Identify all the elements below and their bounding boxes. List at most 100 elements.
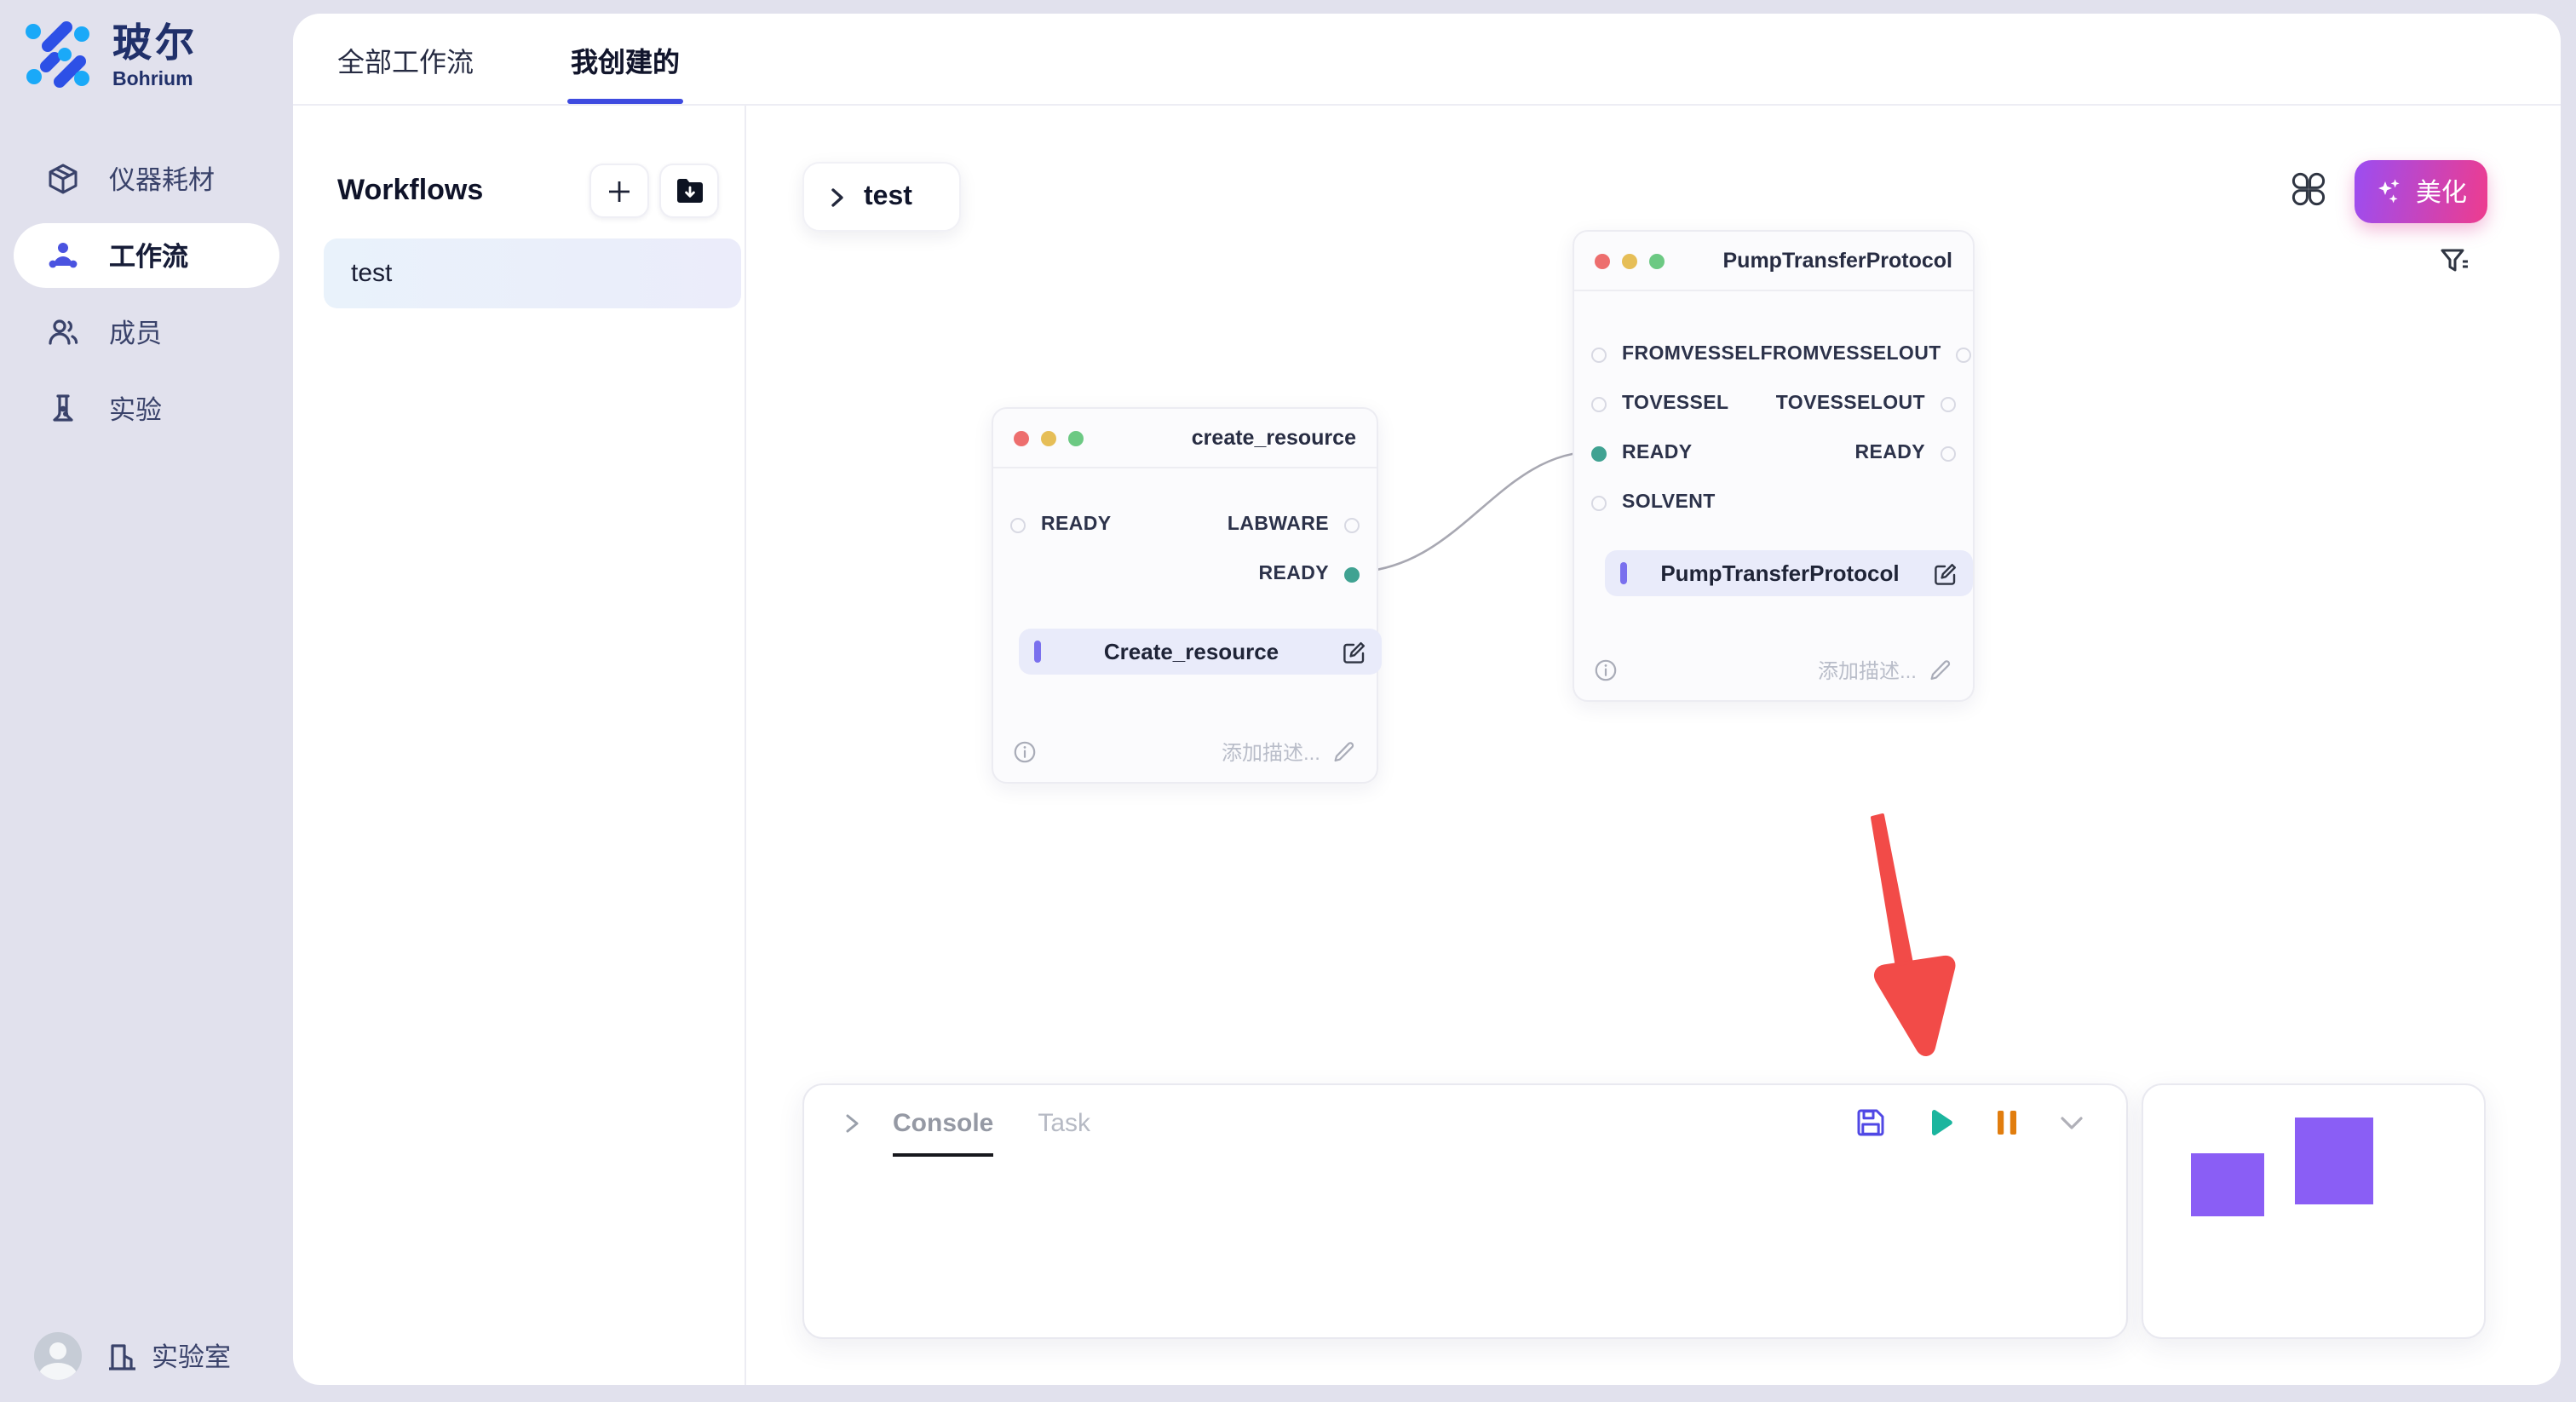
port-circle-connected[interactable] — [1591, 445, 1607, 461]
chevron-right-icon — [826, 187, 847, 207]
traffic-green-dot — [1068, 430, 1084, 445]
import-workflow-button[interactable] — [659, 164, 719, 218]
tab-all-workflows[interactable]: 全部工作流 — [337, 14, 474, 104]
add-description[interactable]: 添加描述... — [1222, 738, 1354, 767]
console-panel: Console Task — [802, 1083, 2128, 1339]
port-tovesselout-out[interactable]: TOVESSELOUT — [1776, 394, 1956, 414]
port-circle-connected[interactable] — [1344, 566, 1360, 582]
port-circle[interactable] — [1957, 347, 1972, 362]
edit-square-icon[interactable] — [1934, 561, 1958, 585]
chevron-down-icon — [2058, 1109, 2085, 1136]
app-window: 玻尔 Bohrium 仪器耗材 — [0, 0, 2576, 1402]
pause-icon — [1995, 1109, 2019, 1136]
console-expand-button[interactable] — [840, 1112, 862, 1134]
workflow-list-item-test[interactable]: test — [324, 238, 741, 308]
workflow-canvas[interactable]: test 美化 — [746, 106, 2561, 1385]
port-ready-out[interactable]: READY — [1854, 443, 1956, 463]
sidebar-item-workflow[interactable]: 工作流 — [14, 223, 279, 288]
filter-button[interactable] — [2438, 245, 2472, 279]
port-ready-in[interactable]: READY — [1591, 443, 1693, 463]
traffic-red-dot — [1014, 430, 1029, 445]
port-circle[interactable] — [1941, 396, 1956, 411]
traffic-red-dot — [1595, 253, 1610, 268]
plus-icon — [607, 178, 632, 204]
filter-funnel-icon — [2438, 245, 2472, 279]
traffic-green-dot — [1649, 253, 1665, 268]
node-title: create_resource — [1192, 426, 1356, 450]
avatar[interactable] — [34, 1332, 82, 1380]
info-icon[interactable] — [1595, 659, 1617, 681]
node-header: create_resource — [993, 409, 1377, 468]
node-action-button[interactable]: Create_resource — [1019, 629, 1382, 675]
tab-task[interactable]: Task — [1038, 1089, 1090, 1157]
info-icon[interactable] — [1014, 741, 1036, 763]
tab-console[interactable]: Console — [893, 1089, 993, 1157]
minimap-node-pump-transfer — [2295, 1118, 2373, 1204]
node-action-label: PumpTransferProtocol — [1626, 560, 1934, 586]
run-button[interactable] — [1925, 1107, 1956, 1138]
workflows-title: Workflows — [337, 174, 483, 208]
sidebar-item-label: 仪器耗材 — [109, 160, 215, 198]
node-footer: 添加描述... — [1014, 738, 1354, 767]
traffic-yellow-dot — [1622, 253, 1637, 268]
bohrium-logo-icon — [24, 20, 92, 89]
text-caret — [1620, 562, 1626, 584]
port-circle[interactable] — [1591, 347, 1607, 362]
add-description[interactable]: 添加描述... — [1818, 656, 1951, 685]
workflow-person-icon — [46, 238, 80, 273]
lab-switcher[interactable]: 实验室 — [106, 1337, 231, 1375]
sidebar-footer: 实验室 — [34, 1332, 231, 1380]
sidebar-item-experiment[interactable]: 实验 — [14, 376, 279, 441]
experiment-icon — [46, 392, 80, 426]
node-action-button[interactable]: PumpTransferProtocol — [1605, 550, 1973, 596]
node-footer: 添加描述... — [1595, 656, 1951, 685]
port-circle[interactable] — [1941, 445, 1956, 461]
port-circle[interactable] — [1010, 517, 1026, 532]
port-tovessel-in[interactable]: TOVESSEL — [1591, 394, 1729, 414]
play-icon — [1925, 1107, 1956, 1138]
sidebar: 玻尔 Bohrium 仪器耗材 — [0, 0, 293, 1402]
breadcrumb[interactable]: test — [802, 162, 961, 232]
node-create-resource[interactable]: create_resource READY LABWARE — [992, 407, 1378, 784]
sparkles-icon — [2375, 177, 2404, 206]
description-placeholder: 添加描述... — [1818, 656, 1917, 685]
text-caret — [1034, 641, 1040, 663]
brand-name-zh: 玻尔 — [112, 24, 198, 63]
pencil-icon — [1332, 741, 1354, 763]
port-fromvessel-in[interactable]: FROMVESSEL — [1591, 344, 1760, 365]
beautify-label: 美化 — [2416, 174, 2467, 210]
command-palette-button[interactable] — [2290, 170, 2327, 208]
port-circle[interactable] — [1344, 517, 1360, 532]
port-circle[interactable] — [1591, 495, 1607, 510]
tab-my-created[interactable]: 我创建的 — [571, 14, 680, 104]
sidebar-item-label: 成员 — [109, 313, 162, 351]
sidebar-item-instruments[interactable]: 仪器耗材 — [14, 147, 279, 211]
brand: 玻尔 Bohrium — [24, 20, 198, 91]
node-pump-transfer-protocol[interactable]: PumpTransferProtocol FROMVESSEL FROMVESS… — [1573, 230, 1975, 702]
active-tab-underline — [567, 99, 683, 104]
port-labware-out[interactable]: LABWARE — [1228, 514, 1360, 535]
port-solvent-in[interactable]: SOLVENT — [1591, 492, 1716, 513]
members-icon — [46, 315, 80, 349]
save-button[interactable] — [1855, 1107, 1886, 1138]
lab-label: 实验室 — [152, 1337, 231, 1375]
console-output-area[interactable] — [804, 1160, 2126, 1337]
workflow-tabbar: 全部工作流 我创建的 — [293, 14, 2561, 106]
add-workflow-button[interactable] — [589, 164, 649, 218]
port-circle[interactable] — [1591, 396, 1607, 411]
port-ready-out[interactable]: READY — [1258, 564, 1360, 584]
minimap[interactable] — [2142, 1083, 2486, 1339]
collapse-console-button[interactable] — [2058, 1109, 2085, 1136]
building-icon — [106, 1340, 138, 1372]
port-fromvesselout-out[interactable]: FROMVESSELOUT — [1760, 344, 1971, 365]
sidebar-item-members[interactable]: 成员 — [14, 300, 279, 365]
node-action-label: Create_resource — [1040, 639, 1343, 664]
minimap-node-create-resource — [2191, 1153, 2264, 1216]
workflows-panel: Workflows — [293, 106, 746, 1385]
edit-square-icon[interactable] — [1343, 640, 1366, 664]
beautify-button[interactable]: 美化 — [2355, 160, 2487, 223]
breadcrumb-label: test — [864, 181, 912, 212]
port-ready-in[interactable]: READY — [1010, 514, 1112, 535]
pencil-icon — [1929, 659, 1951, 681]
pause-button[interactable] — [1995, 1109, 2019, 1136]
